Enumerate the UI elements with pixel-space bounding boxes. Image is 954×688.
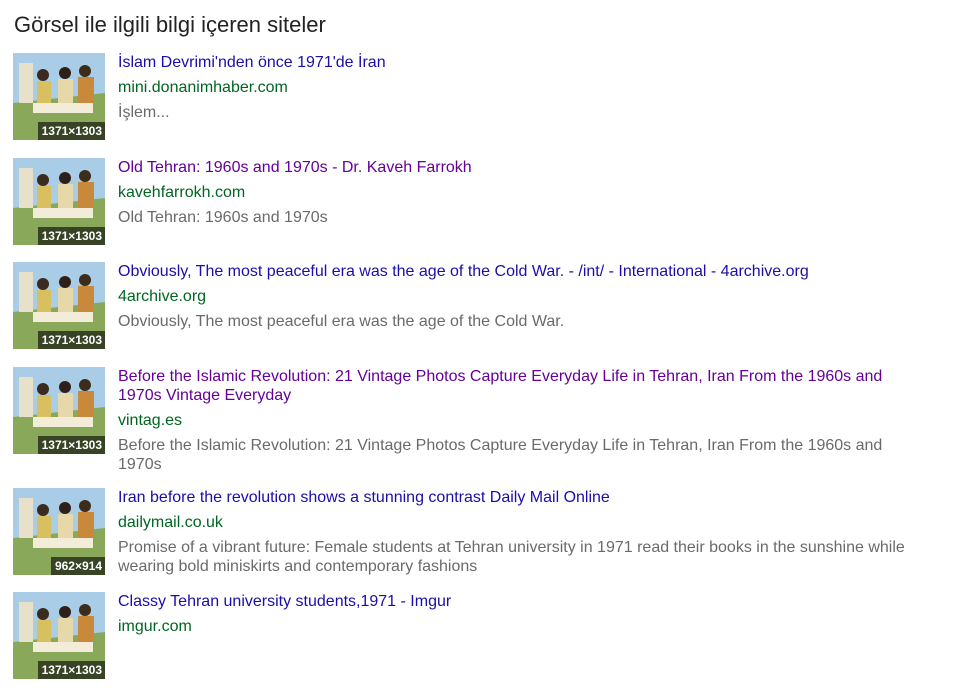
result-thumbnail[interactable]: 962×914	[13, 488, 105, 575]
result-thumbnail[interactable]: 1371×1303	[13, 592, 105, 679]
result-site: kavehfarrokh.com	[118, 184, 246, 201]
result-thumbnail[interactable]: 1371×1303	[13, 367, 105, 454]
image-dimensions: 962×914	[50, 557, 105, 575]
result-snippet: Old Tehran: 1960s and 1970s	[118, 209, 328, 226]
result-site: mini.donanimhaber.com	[118, 79, 288, 96]
result-snippet: Promise of a vibrant future: Female stud…	[118, 539, 905, 575]
result-title-link[interactable]: Old Tehran: 1960s and 1970s - Dr. Kaveh …	[118, 158, 928, 177]
result-title-link[interactable]: Obviously, The most peaceful era was the…	[118, 262, 928, 281]
result-thumbnail[interactable]: 1371×1303	[13, 53, 105, 140]
result-snippet: Before the Islamic Revolution: 21 Vintag…	[118, 437, 883, 473]
result-thumbnail[interactable]: 1371×1303	[13, 158, 105, 245]
image-dimensions: 1371×1303	[37, 122, 105, 140]
result-title-link[interactable]: İslam Devrimi'nden önce 1971'de İran	[118, 53, 928, 72]
result-site: vintag.es	[118, 412, 183, 429]
result-snippet: Obviously, The most peaceful era was the…	[118, 313, 565, 330]
result-snippet: İşlem...	[118, 104, 170, 121]
result-site: imgur.com	[118, 618, 192, 635]
result-site: 4archive.org	[118, 288, 207, 305]
result-title-link[interactable]: Before the Islamic Revolution: 21 Vintag…	[118, 367, 928, 405]
image-dimensions: 1371×1303	[37, 436, 105, 454]
result-title-link[interactable]: Classy Tehran university students,1971 -…	[118, 592, 928, 611]
section-heading: Görsel ile ilgili bilgi içeren siteler	[14, 12, 326, 37]
result-site: dailymail.co.uk	[118, 514, 223, 531]
image-dimensions: 1371×1303	[37, 331, 105, 349]
image-dimensions: 1371×1303	[37, 227, 105, 245]
image-dimensions: 1371×1303	[37, 661, 105, 679]
result-thumbnail[interactable]: 1371×1303	[13, 262, 105, 349]
result-title-link[interactable]: Iran before the revolution shows a stunn…	[118, 488, 928, 507]
